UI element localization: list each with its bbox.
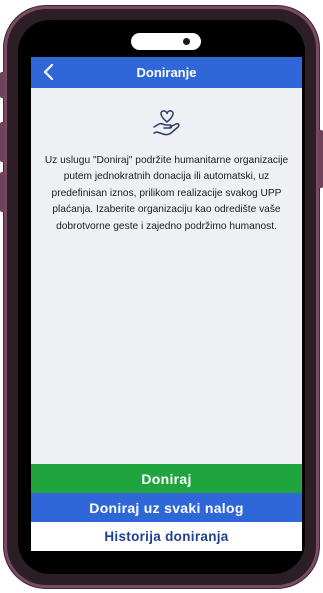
donation-description: Uz uslugu "Doniraj" podržite humanitarne…	[44, 155, 289, 232]
donation-history-button[interactable]: Historija doniranja	[31, 522, 302, 551]
camera-notch	[131, 33, 201, 50]
page-title: Doniranje	[136, 65, 197, 80]
mute-switch	[0, 72, 5, 98]
volume-down-button	[0, 172, 5, 212]
app-header: Doniranje	[31, 57, 302, 88]
volume-up-button	[0, 122, 5, 162]
hand-heart-icon	[153, 110, 180, 136]
power-button	[318, 130, 323, 188]
donate-recurring-button[interactable]: Doniraj uz svaki nalog	[31, 493, 302, 522]
donate-button[interactable]: Doniraj	[31, 464, 302, 493]
front-camera	[183, 38, 190, 45]
app-screen: Doniranje Uz uslugu "Doniraj" podržite h…	[31, 57, 302, 551]
